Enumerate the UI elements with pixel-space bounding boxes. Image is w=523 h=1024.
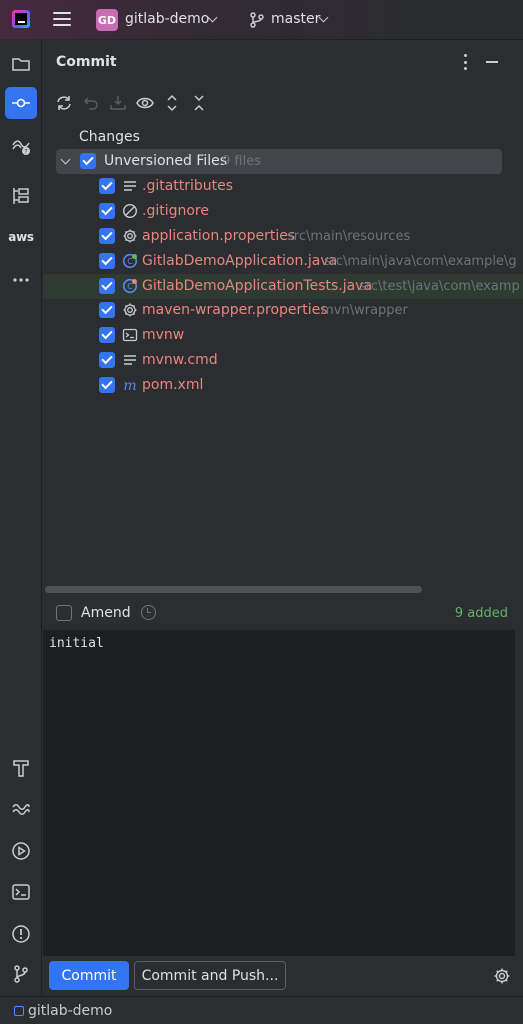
spring-class-icon: C [122,253,138,269]
pull-requests-icon[interactable]: ? [5,130,37,162]
hide-panel-icon[interactable] [486,61,498,63]
project-icon[interactable] [5,48,37,80]
text-file-icon [122,352,138,368]
main-menu-icon[interactable] [53,12,71,26]
commit-panel: Commit Changes Unversioned Files 9 files [43,40,523,996]
git-icon[interactable] [5,958,37,990]
file-checkbox[interactable] [99,228,115,244]
file-row[interactable]: C GitlabDemoApplication.java src\main\ja… [43,249,523,274]
amend-label[interactable]: Amend [81,605,131,621]
file-path: src\main\java\com\example\g [324,254,517,269]
file-path: src\main\resources [287,229,411,244]
intellij-logo-icon[interactable] [12,10,30,28]
file-name: pom.xml [142,377,204,393]
file-row[interactable]: .gitattributes [43,174,523,199]
svg-text:m: m [123,378,136,393]
branch-icon[interactable] [249,11,265,29]
commit-button[interactable]: Commit [49,961,129,990]
commit-message-text[interactable]: initial [49,636,104,651]
config-file-icon [122,302,138,318]
title-bar: GD gitlab-demo master [0,0,523,40]
chevron-down-icon[interactable] [60,154,71,165]
file-name: GitlabDemoApplication.java [142,253,338,269]
problems-icon[interactable] [5,918,37,950]
file-checkbox[interactable] [99,377,115,393]
file-path: src\test\java\com\examp [359,279,520,294]
amend-row: Amend 9 added [43,600,523,628]
file-row[interactable]: C GitlabDemoApplicationTests.java src\te… [43,274,523,299]
file-checkbox[interactable] [99,203,115,219]
maven-icon: m [122,377,138,393]
group-count: 9 files [222,154,261,169]
file-name: mvnw [142,327,185,343]
build-icon[interactable] [5,752,37,784]
expand-all-icon[interactable] [161,92,183,114]
project-switcher[interactable]: gitlab-demo [125,11,209,27]
file-checkbox[interactable] [99,253,115,269]
panel-title: Commit [56,54,117,70]
tool-window-strip: ? aws [0,40,42,996]
shell-script-icon [122,327,138,343]
file-row[interactable]: m pom.xml [43,373,523,398]
commit-and-push-button[interactable]: Commit and Push... [134,961,286,990]
refresh-icon[interactable] [53,92,75,114]
terminal-icon[interactable] [5,876,37,908]
commit-history-clock-icon[interactable] [141,605,156,620]
commit-icon[interactable] [5,87,37,119]
file-checkbox[interactable] [99,327,115,343]
file-path: .mvn\wrapper [317,303,408,318]
gear-icon[interactable] [493,967,511,985]
file-name: .gitattributes [142,178,234,194]
horizontal-scrollbar[interactable] [45,586,422,593]
collapse-all-icon[interactable] [188,92,210,114]
project-module-icon [14,1006,24,1016]
group-checkbox[interactable] [80,153,96,169]
file-row[interactable]: maven-wrapper.properties .mvn\wrapper [43,298,523,323]
ignore-file-icon [122,203,138,219]
file-name: .gitignore [142,203,209,219]
changes-label: Changes [79,129,140,145]
svg-text:C: C [127,257,133,266]
svg-text:C: C [127,282,133,291]
project-badge[interactable]: GD [96,9,118,31]
text-file-icon [122,178,138,194]
shelve-icon[interactable] [107,92,129,114]
commit-panel-header: Commit [43,40,523,84]
status-bar: gitlab-demo [0,996,523,1024]
svg-text:?: ? [24,149,27,156]
aws-icon[interactable]: aws [5,221,37,253]
spring-test-class-icon: C [122,278,138,294]
preview-icon[interactable] [134,92,156,114]
file-name: GitlabDemoApplicationTests.java [142,278,373,294]
group-label: Unversioned Files [104,153,228,169]
file-checkbox[interactable] [99,178,115,194]
more-icon[interactable] [5,264,37,296]
options-menu-icon[interactable] [463,54,467,70]
run-icon[interactable] [5,835,37,867]
changes-toolbar [43,88,523,118]
structure-icon[interactable] [5,180,37,212]
file-name: maven-wrapper.properties [142,302,328,318]
config-file-icon [122,228,138,244]
rollback-icon[interactable] [80,92,102,114]
file-checkbox[interactable] [99,352,115,368]
file-name: mvnw.cmd [142,352,218,368]
file-row[interactable]: application.properties src\main\resource… [43,224,523,249]
file-checkbox[interactable] [99,278,115,294]
added-count: 9 added [454,606,508,621]
branch-switcher[interactable]: master [271,11,320,27]
file-row[interactable]: mvnw.cmd [43,348,523,373]
file-name: application.properties [142,228,296,244]
file-checkbox[interactable] [99,302,115,318]
unversioned-files-group[interactable]: Unversioned Files 9 files [56,149,502,174]
commit-message-field[interactable]: initial [43,630,515,956]
status-project-name[interactable]: gitlab-demo [28,1003,112,1019]
amend-checkbox[interactable] [56,605,72,621]
file-row[interactable]: .gitignore [43,199,523,224]
services-icon[interactable] [5,793,37,825]
file-row[interactable]: mvnw [43,323,523,348]
